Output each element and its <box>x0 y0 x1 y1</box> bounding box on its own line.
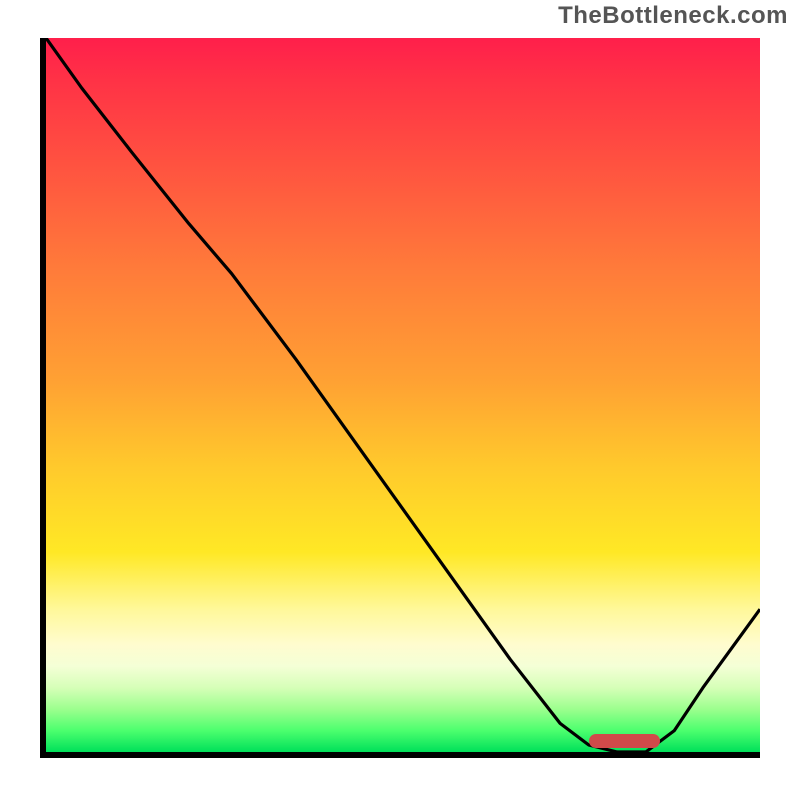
curve-svg <box>46 38 760 752</box>
plot-area <box>40 38 760 758</box>
optimal-range-marker <box>589 734 660 748</box>
bottleneck-curve <box>46 38 760 752</box>
chart-container: TheBottleneck.com <box>0 0 800 800</box>
watermark-text: TheBottleneck.com <box>558 2 788 30</box>
